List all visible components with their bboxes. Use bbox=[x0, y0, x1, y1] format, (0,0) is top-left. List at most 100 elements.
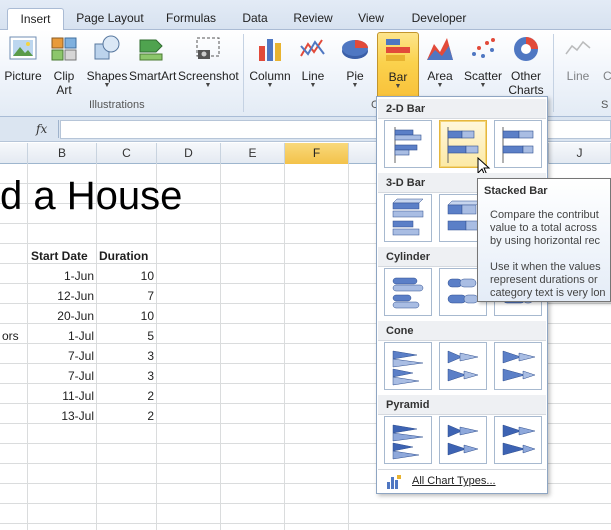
tooltip-title: Stacked Bar bbox=[484, 185, 548, 197]
all-chart-types-label: All Chart Types... bbox=[412, 475, 496, 487]
column-chart-button[interactable]: Column ▼ bbox=[248, 32, 292, 98]
3d-clustered-bar-option[interactable] bbox=[384, 194, 432, 242]
duration-cell[interactable]: 10 bbox=[97, 306, 154, 326]
pyramid-100-stacked-bar-icon bbox=[502, 424, 536, 456]
cone-stacked-bar-option[interactable] bbox=[439, 342, 487, 390]
section-cone: Cone bbox=[378, 321, 546, 341]
column-label: Column bbox=[249, 69, 291, 83]
pyramid-stacked-bar-icon bbox=[447, 424, 479, 456]
picture-icon bbox=[9, 36, 37, 60]
tooltip-line: Use it when the values bbox=[490, 261, 601, 273]
start-date-cell[interactable]: 12-Jun bbox=[28, 286, 94, 306]
cone-100-stacked-bar-icon bbox=[502, 350, 536, 382]
scatter-chart-icon bbox=[472, 38, 495, 58]
cylinder-clustered-bar-icon bbox=[392, 277, 424, 309]
start-date-cell[interactable]: 20-Jun bbox=[28, 306, 94, 326]
tab-developer[interactable]: Developer bbox=[405, 8, 473, 30]
pyramid-clustered-bar-option[interactable] bbox=[384, 416, 432, 464]
sparkline-column-label-fragment: C bbox=[603, 69, 611, 83]
clustered-bar-icon bbox=[394, 127, 422, 163]
tab-page-layout[interactable]: Page Layout bbox=[72, 8, 148, 30]
start-date-cell[interactable]: 11-Jul bbox=[28, 386, 94, 406]
pyramid-100-stacked-bar-option[interactable] bbox=[494, 416, 542, 464]
cylinder-clustered-bar-option[interactable] bbox=[384, 268, 432, 316]
scatter-chart-button[interactable]: Scatter ▼ bbox=[461, 32, 505, 98]
shapes-button[interactable]: Shapes ▼ bbox=[85, 32, 129, 98]
group-separator bbox=[243, 34, 244, 112]
column-header-e[interactable]: E bbox=[221, 143, 285, 164]
picture-button[interactable]: Picture bbox=[2, 32, 44, 98]
pyramid-stacked-bar-option[interactable] bbox=[439, 416, 487, 464]
shapes-label: Shapes bbox=[86, 69, 128, 83]
column-header-d[interactable]: D bbox=[157, 143, 221, 164]
start-date-cell[interactable]: 7-Jul bbox=[28, 346, 94, 366]
clip-art-icon bbox=[51, 37, 77, 61]
duration-cell[interactable]: 3 bbox=[97, 346, 154, 366]
cone-stacked-bar-icon bbox=[447, 350, 479, 382]
100-stacked-bar-option[interactable] bbox=[494, 120, 542, 168]
tooltip-line: Compare the contribut bbox=[490, 209, 599, 221]
column-header-c[interactable]: C bbox=[97, 143, 157, 164]
duration-cell[interactable]: 7 bbox=[97, 286, 154, 306]
sparkline-line-button[interactable]: Line bbox=[558, 32, 598, 98]
smartart-button[interactable]: SmartArt bbox=[129, 32, 177, 98]
tab-insert[interactable]: Insert bbox=[7, 8, 64, 31]
smartart-label: SmartArt bbox=[129, 69, 177, 83]
tab-view[interactable]: View bbox=[350, 8, 392, 30]
cone-clustered-bar-option[interactable] bbox=[384, 342, 432, 390]
tooltip-line: value to a total across bbox=[490, 222, 598, 234]
duration-cell[interactable]: 3 bbox=[97, 366, 154, 386]
start-date-header: Start Date bbox=[31, 249, 88, 263]
duration-cell[interactable]: 2 bbox=[97, 406, 154, 426]
screenshot-dropdown-arrow: ▼ bbox=[204, 82, 212, 89]
column-header-a[interactable] bbox=[0, 143, 28, 164]
other-charts-button[interactable]: Other Charts bbox=[505, 32, 547, 98]
section-pyramid: Pyramid bbox=[378, 395, 546, 415]
screenshot-icon bbox=[196, 37, 220, 59]
duration-cell[interactable]: 5 bbox=[97, 326, 154, 346]
sparkline-line-icon bbox=[565, 40, 591, 55]
bar-label: Bar bbox=[388, 70, 408, 84]
tab-formulas[interactable]: Formulas bbox=[160, 8, 222, 30]
stacked-bar-tooltip: Stacked Bar Compare the contribut value … bbox=[477, 178, 611, 302]
column-header-f[interactable]: F bbox=[285, 143, 349, 164]
cone-100-stacked-bar-option[interactable] bbox=[494, 342, 542, 390]
start-date-cell[interactable]: 13-Jul bbox=[28, 406, 94, 426]
column-header-j[interactable]: J bbox=[549, 143, 611, 164]
start-date-cell[interactable]: 1-Jun bbox=[28, 266, 94, 286]
clustered-bar-option[interactable] bbox=[384, 120, 432, 168]
pie-label: Pie bbox=[346, 69, 364, 83]
screenshot-button[interactable]: Screenshot ▼ bbox=[178, 32, 239, 98]
100-stacked-bar-icon bbox=[502, 127, 534, 163]
start-date-cell[interactable]: 1-Jul bbox=[28, 326, 94, 346]
scatter-label: Scatter bbox=[463, 69, 502, 83]
clip-art-button[interactable]: Clip Art bbox=[46, 32, 82, 98]
line-chart-icon bbox=[300, 39, 325, 57]
column-dropdown-arrow: ▼ bbox=[266, 82, 274, 89]
clip-art-label-2: Art bbox=[56, 83, 72, 97]
all-chart-types-button[interactable]: All Chart Types... bbox=[378, 469, 546, 493]
tooltip-line: category text is very lon bbox=[490, 287, 606, 299]
bar-chart-icon bbox=[386, 39, 410, 61]
screenshot-label: Screenshot bbox=[178, 69, 239, 83]
insert-function-icon[interactable]: fx bbox=[36, 122, 47, 136]
area-chart-button[interactable]: Area ▼ bbox=[421, 32, 459, 98]
shapes-dropdown-arrow: ▼ bbox=[103, 82, 111, 89]
area-chart-icon bbox=[427, 38, 453, 60]
sparkline-line-label: Line bbox=[566, 69, 590, 83]
duration-cell[interactable]: 2 bbox=[97, 386, 154, 406]
bar-chart-button[interactable]: Bar ▼ bbox=[377, 32, 419, 99]
sparklines-group-label: S bbox=[601, 99, 609, 111]
column-header-b[interactable]: B bbox=[28, 143, 97, 164]
start-date-cell[interactable]: 7-Jul bbox=[28, 366, 94, 386]
picture-label: Picture bbox=[4, 69, 42, 83]
duration-cell[interactable]: 10 bbox=[97, 266, 154, 286]
tab-review[interactable]: Review bbox=[286, 8, 340, 30]
line-chart-button[interactable]: Line ▼ bbox=[294, 32, 332, 98]
pie-dropdown-arrow: ▼ bbox=[351, 82, 359, 89]
tooltip-line: represent durations or bbox=[490, 274, 598, 286]
tab-data[interactable]: Data bbox=[234, 8, 276, 30]
cone-clustered-bar-icon bbox=[392, 350, 424, 386]
group-separator bbox=[553, 34, 554, 112]
pie-chart-button[interactable]: Pie ▼ bbox=[336, 32, 374, 98]
